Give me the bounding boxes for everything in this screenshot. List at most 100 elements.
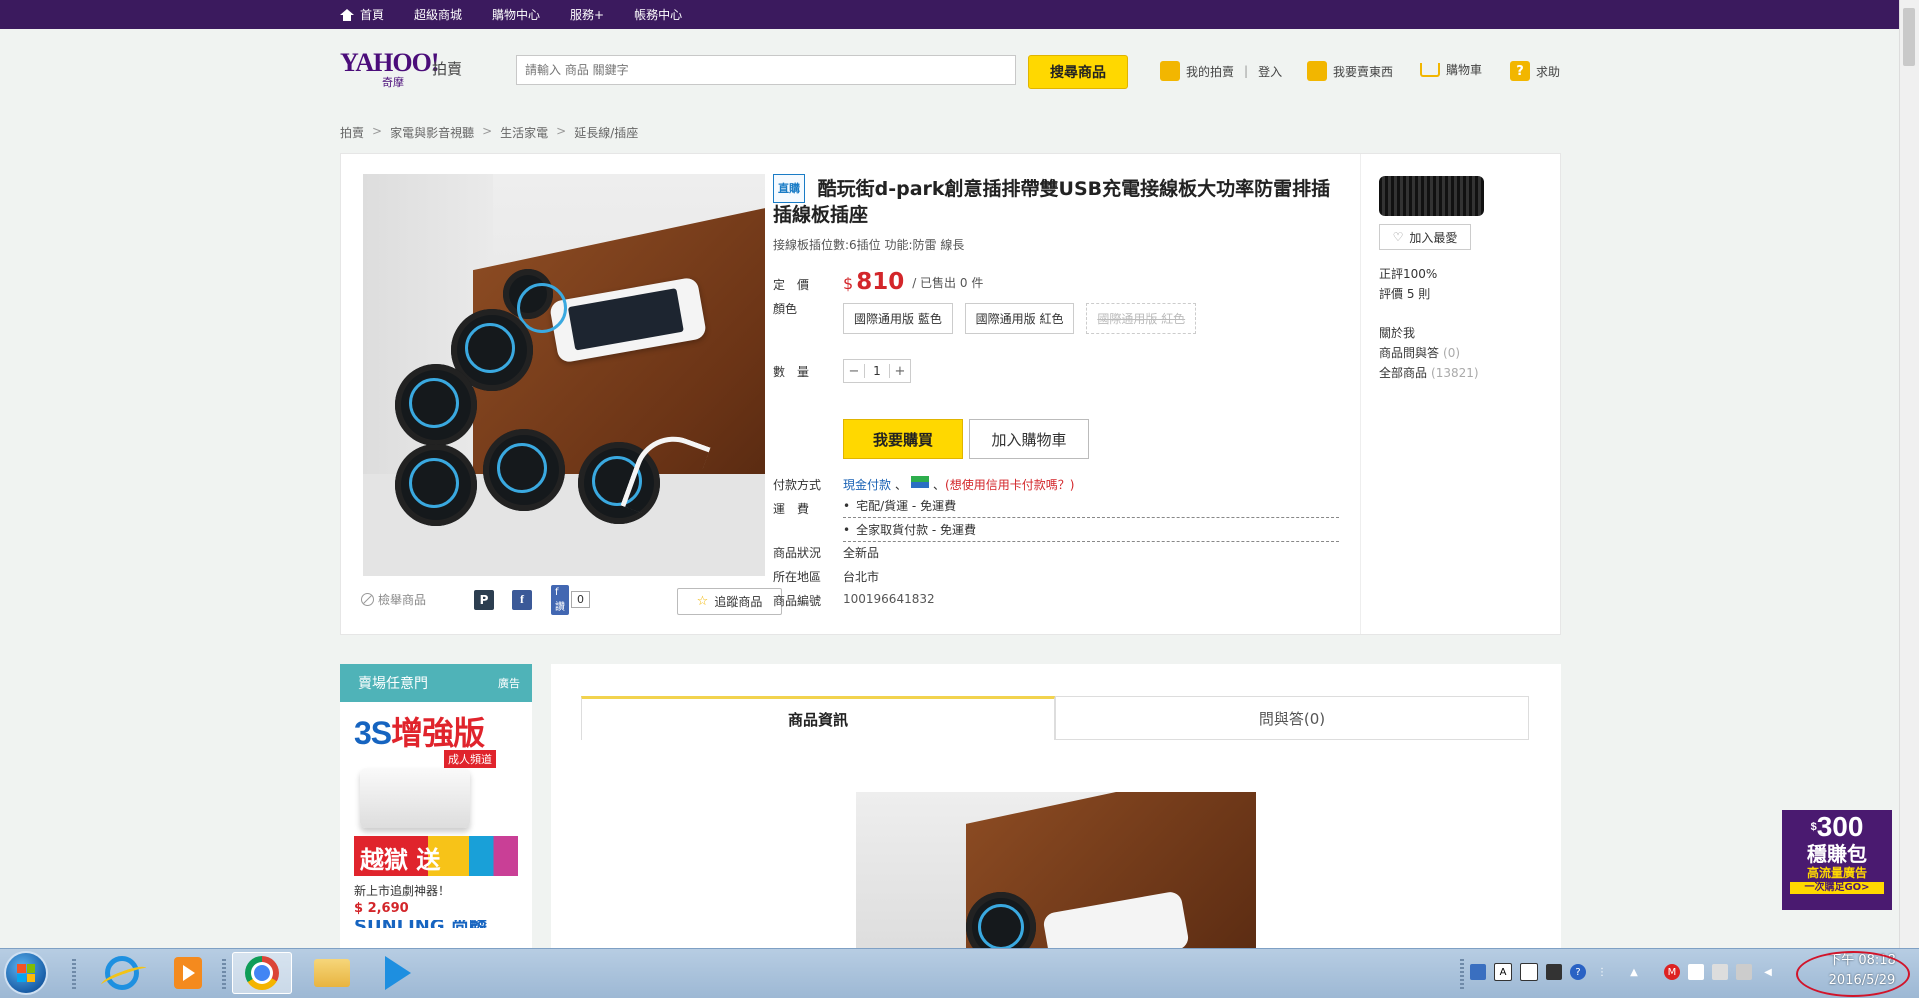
taskbar-ie[interactable]: [92, 952, 152, 994]
taskbar-grip: [72, 959, 76, 989]
color-option[interactable]: 國際通用版 藍色: [843, 303, 953, 334]
nav-services-link[interactable]: 服務+: [570, 6, 604, 23]
heart-icon: ♡: [1392, 230, 1404, 244]
help-link[interactable]: 求助: [1536, 63, 1560, 80]
ad-tag: 廣告: [498, 677, 520, 690]
condition-label: 商品狀況: [773, 546, 822, 560]
seller-name-redacted[interactable]: [1379, 176, 1484, 216]
plurk-share-icon[interactable]: P: [474, 589, 494, 610]
keyboard-icon[interactable]: [1470, 964, 1486, 980]
taskbar-grip: [1460, 959, 1464, 989]
nav-home-link[interactable]: 首頁: [340, 6, 384, 23]
quantity-minus-button[interactable]: −: [844, 364, 864, 379]
my-auction-link[interactable]: 我的拍賣: [1186, 63, 1234, 80]
tab-qa[interactable]: 問與答(0): [1055, 696, 1529, 740]
shipping-list: 宅配/貨運 - 免運費 全家取貨付款 - 免運費: [843, 494, 1339, 542]
cash-payment-link[interactable]: 現金付款: [843, 476, 891, 493]
cart-icon: [1420, 62, 1440, 77]
color-option-disabled: 國際通用版 紅色: [1086, 303, 1197, 334]
ad-panel-title: 賣場任意門: [358, 676, 428, 692]
page-scrollbar[interactable]: [1899, 0, 1919, 948]
store-ad-panel: 賣場任意門 廣告 3S增強版 成人頻道 越獄 送 新上市追劇神器！ $ 2,69…: [340, 664, 532, 954]
photo-socket: [395, 364, 477, 446]
color-option[interactable]: 國際通用版 紅色: [964, 303, 1075, 334]
breadcrumb-item[interactable]: 家電與影音視聽: [390, 124, 474, 141]
payment-label: 付款方式: [773, 478, 822, 492]
sold-count: / 已售出 0 件: [912, 275, 984, 290]
all-items-link[interactable]: 全部商品 (13821): [1379, 364, 1479, 381]
product-title: 酷玩街d-park創意插排帶雙USB充電接線板大功率防雷排插插線板插座: [773, 178, 1331, 226]
price-currency: $: [843, 274, 854, 293]
taskbar-explorer[interactable]: [302, 952, 362, 994]
show-hidden-icons[interactable]: ▲: [1626, 964, 1642, 980]
search-button[interactable]: 搜尋商品: [1028, 55, 1128, 89]
quantity-plus-button[interactable]: +: [890, 364, 910, 379]
nav-super-mall-link[interactable]: 超級商城: [414, 6, 462, 23]
windows-flag-tray-icon[interactable]: [1688, 964, 1704, 980]
facebook-share-icon[interactable]: f: [512, 589, 532, 610]
cart-link[interactable]: 購物車: [1446, 61, 1482, 78]
shipping-label: 運 費: [773, 502, 810, 516]
antivirus-icon[interactable]: M: [1664, 964, 1680, 980]
add-favorite-button[interactable]: ♡ 加入最愛: [1379, 224, 1471, 250]
nav-home-label: 首頁: [360, 8, 385, 22]
nav-shopping-center-link[interactable]: 購物中心: [492, 6, 540, 23]
internet-explorer-icon: [105, 956, 139, 990]
add-favorite-label: 加入最愛: [1409, 230, 1458, 245]
about-me-link[interactable]: 關於我: [1379, 324, 1415, 341]
scrollbar-thumb[interactable]: [1903, 8, 1915, 66]
ad-caption[interactable]: 新上市追劇神器！: [354, 882, 518, 899]
home-icon: [340, 8, 354, 21]
login-link[interactable]: 登入: [1258, 63, 1282, 80]
action-center-icon[interactable]: [1712, 964, 1728, 980]
product-info: 直購 酷玩街d-park創意插排帶雙USB充電接線板大功率防雷排插插線板插座 接…: [773, 174, 1339, 608]
floating-ad[interactable]: $300 穩賺包 高流量廣告 一次購足GO>: [1782, 810, 1892, 910]
breadcrumb-item[interactable]: 延長線/插座: [574, 124, 638, 141]
cart-group[interactable]: 購物車: [1420, 61, 1482, 78]
taskbar-chrome[interactable]: [232, 952, 292, 994]
condition-value: 全新品: [843, 546, 880, 560]
quantity-input[interactable]: 1: [864, 364, 890, 378]
breadcrumb-item[interactable]: 生活家電: [500, 124, 548, 141]
breadcrumb: 拍賣 > 家電與影音視聽 > 生活家電 > 延長線/插座: [340, 124, 638, 141]
tab-product-info[interactable]: 商品資訊: [581, 696, 1055, 740]
track-product-button[interactable]: ☆ 追蹤商品: [677, 588, 782, 615]
credit-card-link[interactable]: (想使用信用卡付款嗎？): [945, 476, 1074, 493]
yahoo-auction-logo[interactable]: YAHOO! 奇摩 拍賣: [340, 48, 462, 89]
buy-now-button[interactable]: 我要購買: [843, 419, 963, 459]
qa-link[interactable]: 商品問與答 (0): [1379, 344, 1460, 361]
color-options: 國際通用版 藍色 國際通用版 紅色 國際通用版 紅色: [843, 303, 1204, 334]
input-method-icon[interactable]: A: [1494, 963, 1512, 981]
nav-billing-link[interactable]: 帳務中心: [634, 6, 682, 23]
sell-group[interactable]: 我要賣東西: [1307, 61, 1393, 81]
seller-reviews[interactable]: 評價 5 則: [1379, 285, 1430, 302]
start-button[interactable]: [6, 953, 46, 993]
photo-socket: [483, 429, 565, 511]
report-link[interactable]: 檢舉商品: [361, 591, 426, 608]
price-value: 810: [856, 269, 905, 295]
fb-like-button[interactable]: f 讚 0: [551, 584, 590, 615]
add-to-cart-button[interactable]: 加入購物車: [969, 419, 1089, 459]
float-ad-title: 穩賺包: [1807, 842, 1867, 866]
ad-next-item[interactable]: SUNLING 尚麟: [354, 920, 518, 928]
taskbar-player[interactable]: [368, 952, 428, 994]
top-nav-links: 首頁 超級商城 購物中心 服務+ 帳務中心: [340, 0, 682, 29]
ime-settings-icon[interactable]: [1546, 964, 1562, 980]
system-tray: A ? ⋮ ▲ M ◀: [1470, 963, 1776, 981]
sell-link[interactable]: 我要賣東西: [1333, 63, 1393, 80]
my-auction-group: 我的拍賣 | 登入: [1160, 61, 1282, 81]
tray-options-icon[interactable]: ⋮: [1594, 964, 1610, 980]
product-spec: 接線板插位數:6插位 功能:防雷 線長: [773, 238, 965, 252]
volume-icon[interactable]: ◀: [1760, 964, 1776, 980]
quantity-row: 數 量 − 1 +: [773, 359, 911, 383]
media-player-icon: [174, 957, 202, 989]
search-input[interactable]: [516, 55, 1016, 85]
product-photo[interactable]: [363, 174, 765, 576]
ad-product-image[interactable]: 3S增強版 成人頻道 越獄 送: [354, 708, 518, 876]
help-tray-icon[interactable]: ?: [1570, 964, 1586, 980]
network-icon[interactable]: [1736, 964, 1752, 980]
taskbar-media-player[interactable]: [158, 952, 218, 994]
breadcrumb-item[interactable]: 拍賣: [340, 124, 364, 141]
help-group[interactable]: ? 求助: [1510, 61, 1560, 81]
ime-mode-icon[interactable]: [1520, 963, 1538, 981]
